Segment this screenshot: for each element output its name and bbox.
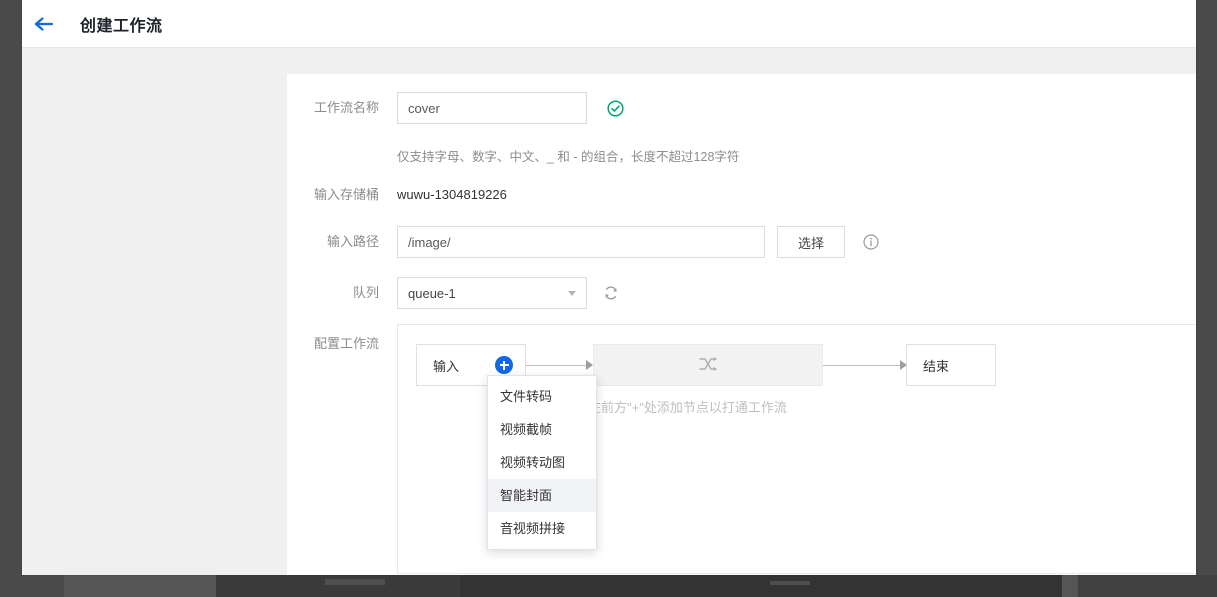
select-path-button[interactable]: 选择 [777,226,845,258]
workflow-name-control: cover [397,92,624,124]
workflow-hint-text: 在前方"+"处添加节点以打通工作流 [588,400,787,415]
arrow-left-icon [33,15,55,33]
page-body: 工作流名称 cover 仅支持字母、数字、中文、_ 和 - 的组合，长度不超过1… [22,49,1196,575]
workflow-node-input-label: 输入 [433,358,460,374]
plus-circle-icon[interactable] [495,356,513,374]
workflow-node-end[interactable]: 结束 [906,344,996,386]
chevron-down-icon [568,290,576,296]
workflow-name-input[interactable]: cover [397,92,587,124]
workflow-node-placeholder[interactable] [593,344,823,386]
taskbar [0,575,1217,597]
form-row-workflow-name: 工作流名称 cover [287,92,624,124]
form-row-input-bucket: 输入存储桶 wuwu-1304819226 [287,179,507,211]
form-row-queue: 队列 queue-1 [287,277,619,309]
page-title: 创建工作流 [80,17,163,35]
workflow-name-helper-text: 仅支持字母、数字、中文、_ 和 - 的组合，长度不超过128字符 [397,150,740,164]
content-card: 工作流名称 cover 仅支持字母、数字、中文、_ 和 - 的组合，长度不超过1… [287,74,1196,575]
node-type-menu[interactable]: 文件转码 视频截帧 视频转动图 智能封面 音视频拼接 [487,375,597,550]
workflow-canvas-wrapper: 输入 结束 在前方"+"处添加节点以打通工作流 文件转码 视频截帧 视频转动图 … [287,324,1196,575]
desktop-background: 创建工作流 工作流名称 cover 仅支持字母、数字、中文、_ 和 - 的组合，… [0,0,1217,597]
shuffle-icon [697,353,719,378]
refresh-icon[interactable] [603,285,619,301]
menu-item-av-concat[interactable]: 音视频拼接 [488,512,596,545]
menu-item-file-transcode[interactable]: 文件转码 [488,380,596,413]
input-bucket-label: 输入存储桶 [313,187,379,202]
connector-placeholder-to-end [823,365,906,366]
taskbar-indicator-secondary [770,581,810,585]
input-path-label: 输入路径 [326,234,379,249]
input-path-input[interactable]: /image/ [397,226,765,258]
workflow-node-end-label: 结束 [923,358,950,374]
input-bucket-control: wuwu-1304819226 [397,179,507,211]
menu-item-video-snapshot[interactable]: 视频截帧 [488,413,596,446]
queue-label: 队列 [352,285,379,300]
input-bucket-value: wuwu-1304819226 [397,187,507,202]
workflow-name-label: 工作流名称 [313,100,379,115]
queue-select-value: queue-1 [408,285,456,301]
taskbar-segment-b [64,575,216,597]
info-circle-icon[interactable] [863,234,879,250]
menu-item-smart-cover[interactable]: 智能封面 [488,479,596,512]
taskbar-segment-a [0,575,64,597]
workflow-canvas: 输入 结束 在前方"+"处添加节点以打通工作流 文件转码 视频截帧 视频转动图 … [397,324,1196,574]
page-header: 创建工作流 [22,0,1196,48]
arrowhead-1 [586,360,593,370]
input-path-control: /image/ 选择 [397,226,879,258]
queue-select[interactable]: queue-1 [397,277,587,309]
check-circle-icon [607,99,624,117]
form-row-input-path: 输入路径 /image/ 选择 [287,226,879,258]
taskbar-segment-d [1062,575,1078,597]
queue-control: queue-1 [397,277,619,309]
menu-item-video-to-animation[interactable]: 视频转动图 [488,446,596,479]
taskbar-segment-e [1078,575,1217,597]
back-button[interactable] [22,0,66,48]
browser-viewport: 创建工作流 工作流名称 cover 仅支持字母、数字、中文、_ 和 - 的组合，… [22,0,1196,575]
taskbar-indicator [325,579,385,585]
